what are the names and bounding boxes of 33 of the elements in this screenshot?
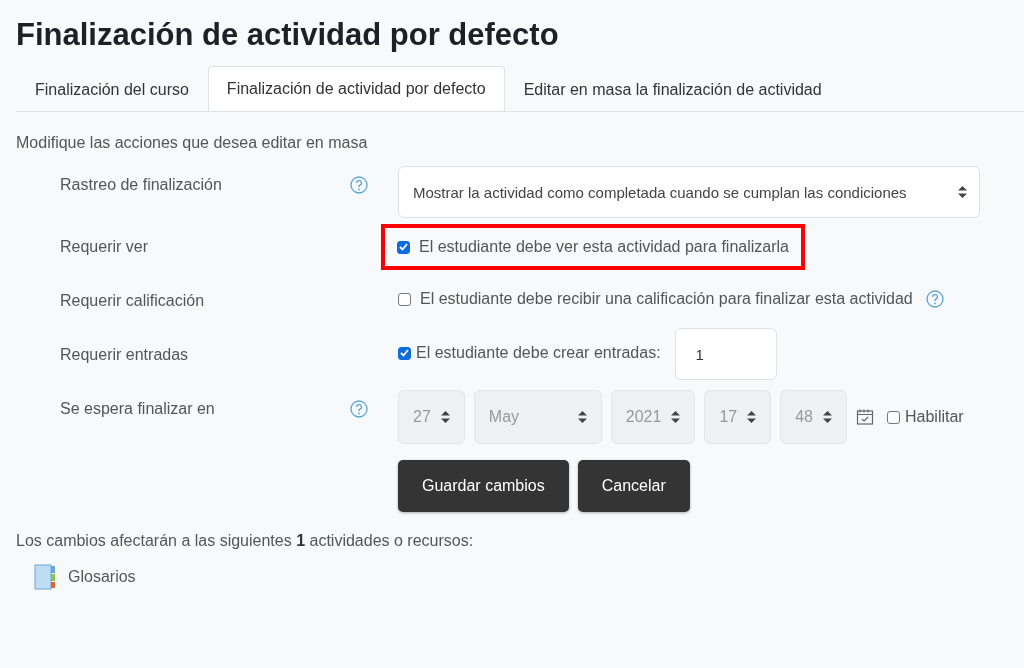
action-button[interactable]: Guardar cambios	[398, 460, 569, 512]
tab[interactable]: Editar en masa la finalización de actividad	[504, 66, 841, 112]
book-icon	[34, 564, 56, 590]
checkbox[interactable]	[397, 240, 410, 254]
number-field[interactable]: 1	[674, 328, 777, 380]
checkbox-label: El estudiante debe crear entradas:	[416, 344, 661, 362]
checkbox-label: El estudiante debe ver esta actividad para finalizarla	[419, 238, 789, 256]
checkbox[interactable]	[398, 292, 411, 306]
field-label: Requerir ver	[60, 237, 150, 257]
activity-name: Glosarios	[68, 568, 136, 586]
caret-icon	[577, 411, 587, 423]
page-title: Finalización de actividad por defecto	[15, 16, 560, 54]
tab[interactable]: Finalización del curso	[16, 66, 208, 112]
summary-text: Los cambios afectarán a las siguientes 1 actividades o recursos:	[16, 532, 475, 550]
completion-select[interactable]: Mostrar la actividad como completada cuando se cumplan las condiciones	[398, 166, 980, 218]
checkbox-label: El estudiante debe recibir una calificación para finalizar esta actividad	[420, 290, 913, 308]
caret-icon	[747, 411, 757, 423]
caret-icon	[958, 186, 967, 198]
action-button[interactable]: Cancelar	[577, 460, 690, 512]
tab[interactable]: Finalización de actividad por defecto	[207, 66, 505, 111]
checkbox[interactable]	[398, 346, 411, 360]
caret-icon	[671, 411, 681, 423]
caret-icon	[440, 411, 450, 423]
field-label: Requerir entradas	[60, 345, 190, 365]
help-icon[interactable]	[925, 290, 944, 308]
field-label: Rastreo de finalización	[60, 175, 223, 195]
intro-text: Modifique las acciones que desea editar en masa	[16, 134, 369, 152]
field-label: Se espera finalizar en	[60, 399, 216, 419]
calendar-icon[interactable]	[856, 408, 874, 426]
checkbox-label: Habilitar	[905, 408, 964, 426]
help-icon[interactable]	[350, 176, 368, 194]
field-label: Requerir calificación	[60, 291, 206, 311]
caret-icon	[823, 411, 832, 423]
